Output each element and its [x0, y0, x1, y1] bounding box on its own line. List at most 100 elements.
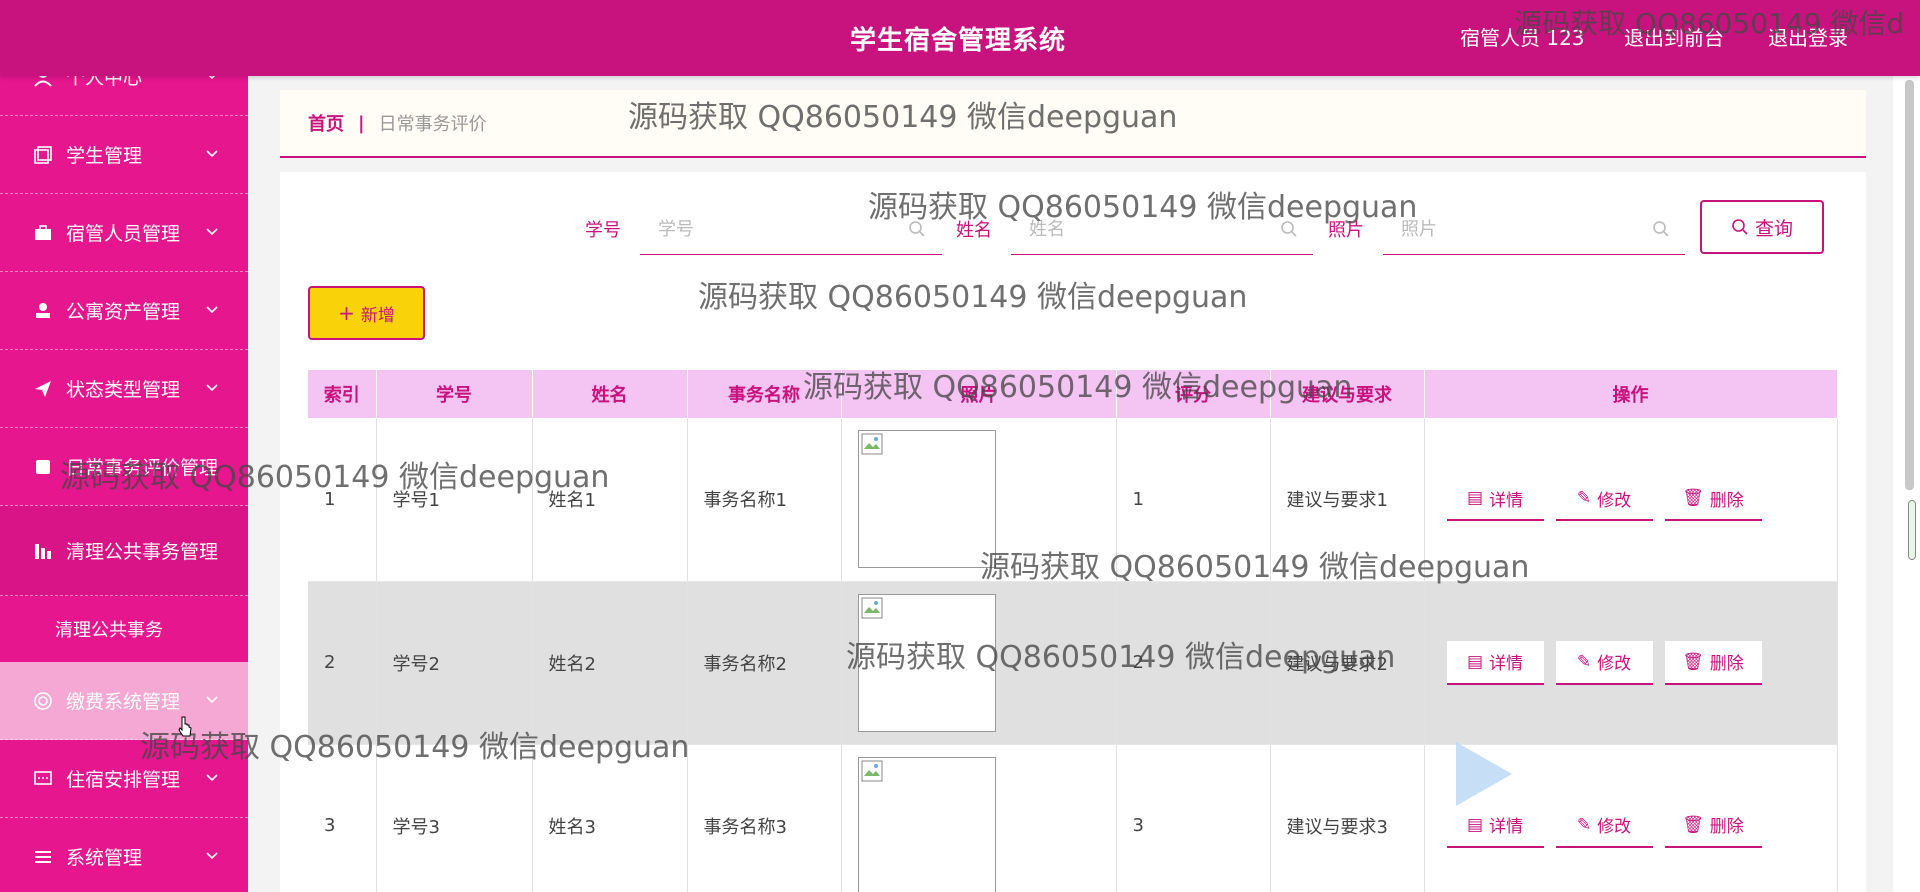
- play-overlay-icon: [1456, 742, 1512, 806]
- cell-score: 2: [1116, 581, 1271, 745]
- trash-icon: 🗑: [1682, 651, 1704, 672]
- broken-image-icon: [861, 597, 882, 618]
- sidebar-item-daily-eval[interactable]: 日常事务评价管理: [0, 428, 248, 506]
- photo-search-input[interactable]: [1383, 205, 1685, 255]
- detail-label: 详情: [1489, 490, 1524, 511]
- sidebar-item-public-affairs[interactable]: 清理公共事务管理: [0, 506, 248, 596]
- edit-icon: ✎: [1576, 651, 1592, 672]
- search-icon: [1732, 219, 1748, 235]
- search-icon: [909, 221, 925, 237]
- chevron-down-icon: [208, 76, 216, 80]
- cell-student-no: 学号1: [376, 418, 533, 582]
- edit-button[interactable]: ✎ 修改: [1555, 803, 1653, 848]
- trash-icon: 🗑: [1682, 488, 1704, 509]
- detail-label: 详情: [1489, 817, 1524, 837]
- delete-button[interactable]: 🗑 删除: [1664, 477, 1762, 522]
- search-icon: [1653, 221, 1669, 237]
- cell-affair: 事务名称1: [687, 418, 842, 582]
- delete-button[interactable]: 🗑 删除: [1664, 640, 1762, 685]
- logout-link[interactable]: 退出登录: [1768, 22, 1848, 51]
- stamp-icon: [32, 300, 54, 322]
- cell-name: 姓名1: [532, 418, 688, 582]
- chat-icon: [32, 768, 54, 790]
- cell-affair: 事务名称2: [687, 581, 842, 745]
- delete-button[interactable]: 🗑 删除: [1664, 803, 1762, 848]
- cell-name: 姓名3: [532, 744, 688, 892]
- trash-icon: 🗑: [1682, 814, 1704, 835]
- chevron-down-icon: [206, 384, 218, 392]
- edit-label: 修改: [1597, 490, 1632, 511]
- breadcrumb-separator: |: [358, 112, 365, 134]
- sidebar-item-status-types[interactable]: 状态类型管理: [0, 350, 248, 428]
- cell-advice: 建议与要求2: [1270, 581, 1425, 745]
- detail-label: 详情: [1489, 654, 1524, 674]
- sidebar-item-profile[interactable]: 个人中心: [0, 76, 248, 116]
- edit-icon: ✎: [1576, 488, 1592, 509]
- exit-to-front-link[interactable]: 退出到前台: [1624, 22, 1724, 51]
- detail-button[interactable]: ▤ 详情: [1446, 640, 1544, 685]
- broken-image[interactable]: [857, 430, 996, 569]
- sidebar-item-system[interactable]: 系统管理: [0, 818, 248, 892]
- breadcrumb: 首页 | 日常事务评价: [280, 90, 1866, 158]
- chevron-down-icon: [206, 696, 218, 704]
- edit-button[interactable]: ✎ 修改: [1555, 640, 1653, 685]
- column-header: 事务名称: [687, 370, 842, 418]
- scrollbar-thumb[interactable]: [1905, 80, 1914, 490]
- breadcrumb-home[interactable]: 首页: [308, 110, 344, 136]
- document-icon: ▤: [1466, 814, 1484, 835]
- query-button-label: 查询: [1754, 217, 1793, 240]
- add-button-label: 新增: [360, 305, 395, 326]
- cell-student-no: 学号3: [376, 744, 533, 892]
- help-icon: [32, 690, 54, 712]
- chevron-down-icon: [206, 852, 218, 860]
- data-table: 索引 学号 姓名 事务名称 照片 评分 建议与要求 操作 1 学号1 姓名1 事…: [308, 370, 1838, 892]
- briefcase-icon: [32, 222, 54, 244]
- current-user: 宿管人员 123: [1460, 26, 1585, 50]
- person-icon: [32, 76, 54, 88]
- cell-name: 姓名2: [532, 581, 688, 745]
- sidebar-item-label: 学生管理: [66, 145, 143, 167]
- student-no-search-input[interactable]: [640, 205, 942, 255]
- detail-button[interactable]: ▤ 详情: [1446, 803, 1544, 848]
- cell-advice: 建议与要求3: [1270, 744, 1425, 892]
- column-header: 评分: [1116, 370, 1271, 418]
- column-header: 学号: [376, 370, 533, 418]
- broken-image-icon: [861, 433, 882, 455]
- sidebar-subitem-public-affairs[interactable]: 清理公共事务: [0, 596, 248, 662]
- sidebar-item-label: 缴费系统管理: [66, 691, 181, 713]
- sidebar-item-payment[interactable]: 缴费系统管理: [0, 662, 248, 740]
- query-button[interactable]: 查询: [1700, 200, 1824, 254]
- send-icon: [32, 378, 54, 400]
- sidebar-item-dorm-staff[interactable]: 宿管人员管理: [0, 194, 248, 272]
- sidebar: 个人中心 学生管理 宿管人员管理 公寓资产管理 状态类型管理 日常事务评价管理 …: [0, 76, 248, 892]
- column-header: 操作: [1424, 370, 1838, 418]
- plus-icon: +: [338, 301, 355, 325]
- sidebar-item-label: 公寓资产管理: [66, 301, 181, 323]
- list-icon: [32, 846, 54, 868]
- sidebar-item-assets[interactable]: 公寓资产管理: [0, 272, 248, 350]
- add-button[interactable]: + 新增: [308, 286, 425, 340]
- cell-score: 3: [1116, 744, 1271, 892]
- cell-advice: 建议与要求1: [1270, 418, 1425, 582]
- chart-icon: [32, 540, 54, 562]
- cell-score: 1: [1116, 418, 1271, 582]
- sidebar-item-housing[interactable]: 住宿安排管理: [0, 740, 248, 818]
- scroll-slider[interactable]: [1908, 500, 1916, 560]
- sidebar-item-label: 个人中心: [66, 76, 143, 89]
- broken-image[interactable]: [857, 593, 996, 732]
- edit-button[interactable]: ✎ 修改: [1555, 477, 1653, 522]
- cell-index: 3: [308, 744, 377, 892]
- edit-icon: ✎: [1576, 814, 1592, 835]
- broken-image-icon: [861, 760, 882, 781]
- search-label-student-no: 学号: [585, 220, 621, 241]
- detail-button[interactable]: ▤ 详情: [1446, 477, 1544, 522]
- cell-photo: [841, 581, 1117, 745]
- broken-image[interactable]: [857, 756, 996, 892]
- delete-label: 删除: [1709, 817, 1744, 837]
- cell-actions: ▤ 详情 ✎ 修改 🗑 删除: [1424, 581, 1838, 745]
- name-search-input[interactable]: [1011, 205, 1313, 255]
- chevron-down-icon: [206, 774, 218, 782]
- cell-photo: [841, 418, 1117, 582]
- sidebar-item-students[interactable]: 学生管理: [0, 116, 248, 194]
- top-header: 学生宿舍管理系统 宿管人员 123 退出到前台 退出登录: [0, 0, 1920, 76]
